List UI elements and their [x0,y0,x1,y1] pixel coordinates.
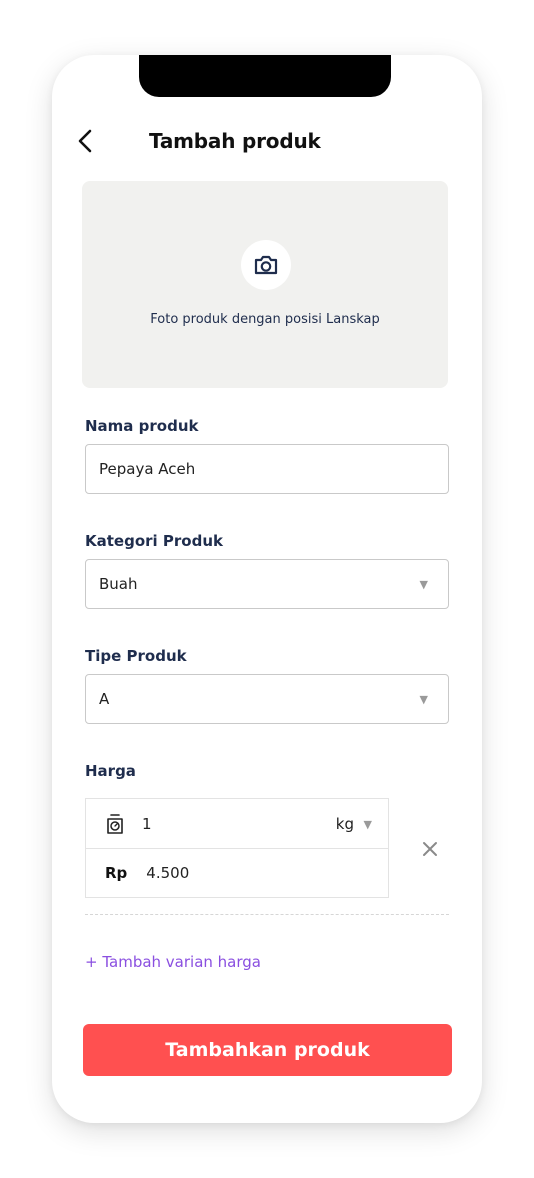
header: Tambah produk [77,128,321,154]
quantity-row: 1 kg ▼ [86,799,388,848]
divider [85,914,449,915]
notch [139,55,391,97]
tipe-produk-label: Tipe Produk [85,647,187,665]
price-row: Rp 4.500 [86,848,388,897]
dropdown-caret-icon[interactable]: ▼ [364,818,372,831]
kategori-produk-select[interactable]: Buah ▼ [85,559,449,609]
price-variant-card: 1 kg ▼ Rp 4.500 [85,798,389,898]
camera-icon [254,255,278,275]
photo-hint: Foto produk dengan posisi Lanskap [150,312,380,327]
scale-icon [104,812,126,836]
nama-produk-label: Nama produk [85,417,199,435]
currency-label: Rp [105,864,128,882]
back-button[interactable] [77,128,101,154]
nama-produk-value: Pepaya Aceh [99,460,196,478]
nama-produk-input[interactable]: Pepaya Aceh [85,444,449,494]
tipe-produk-select[interactable]: A ▼ [85,674,449,724]
back-arrow-icon [78,129,92,153]
page-title: Tambah produk [149,129,321,153]
price-input[interactable]: 4.500 [146,864,189,882]
kategori-produk-label: Kategori Produk [85,532,223,550]
camera-button[interactable] [241,240,291,290]
kategori-produk-value: Buah [99,575,138,593]
harga-label: Harga [85,762,136,780]
dropdown-caret-icon: ▼ [419,578,428,591]
phone-frame: Tambah produk Foto produk dengan posisi … [52,55,482,1123]
quantity-input[interactable]: 1 [142,815,152,833]
photo-upload-area[interactable]: Foto produk dengan posisi Lanskap [82,181,448,388]
add-price-variant-link[interactable]: + Tambah varian harga [85,953,261,971]
close-icon [423,842,437,856]
dropdown-caret-icon: ▼ [419,693,428,706]
remove-variant-button[interactable] [418,837,442,861]
unit-select[interactable]: kg [336,815,354,833]
tipe-produk-value: A [99,690,110,708]
submit-button[interactable]: Tambahkan produk [83,1024,452,1076]
